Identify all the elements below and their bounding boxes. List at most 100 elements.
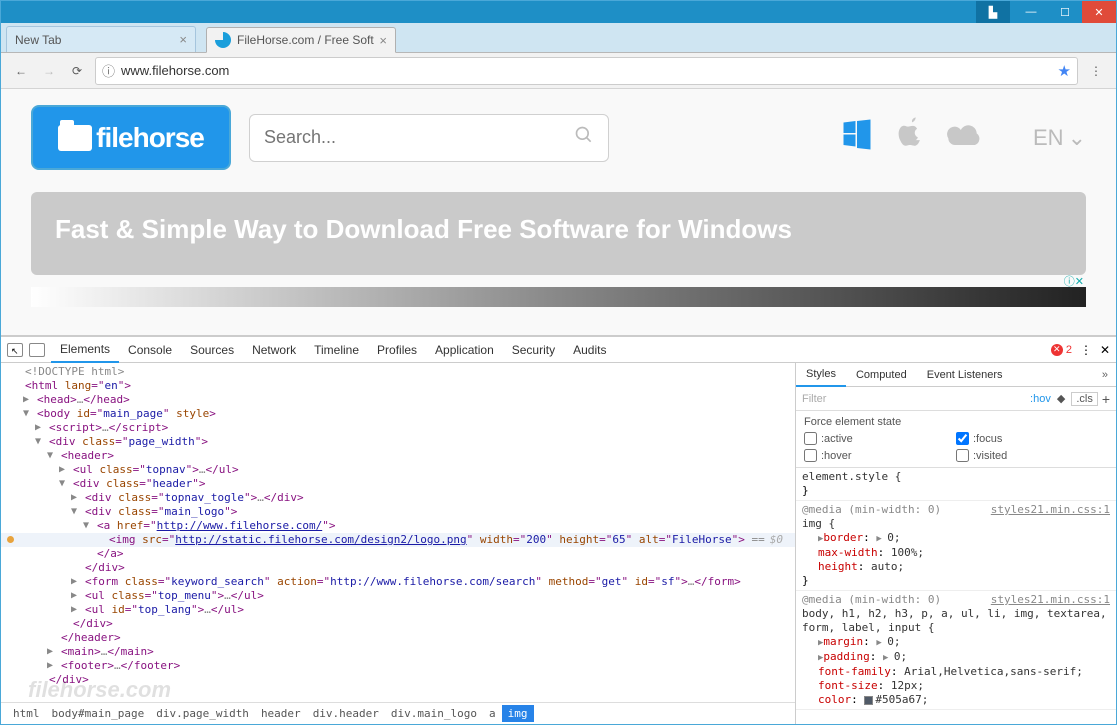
force-state-focus[interactable]: :focus xyxy=(956,432,1108,445)
devtools-tab-sources[interactable]: Sources xyxy=(181,337,243,363)
elements-panel: <!DOCTYPE html><html lang="en">▶<head>…<… xyxy=(1,363,796,724)
cls-toggle[interactable]: .cls xyxy=(1071,392,1098,406)
windows-icon[interactable] xyxy=(839,115,875,160)
dom-line[interactable]: <html lang="en"> xyxy=(1,379,795,393)
cloud-icon[interactable] xyxy=(945,117,985,159)
apple-icon[interactable] xyxy=(893,116,927,159)
close-button[interactable]: ✕ xyxy=(1082,1,1116,23)
force-state-active[interactable]: :active xyxy=(804,432,956,445)
dom-line[interactable]: ▶<form class="keyword_search" action="ht… xyxy=(1,575,795,589)
css-rule[interactable]: element.style {} xyxy=(796,468,1116,501)
hero-banner: Fast & Simple Way to Download Free Softw… xyxy=(31,192,1086,275)
breadcrumb-item[interactable]: div.main_logo xyxy=(385,705,483,722)
css-rules[interactable]: element.style {}styles21.min.css:1@media… xyxy=(796,468,1116,724)
breadcrumb-item[interactable]: header xyxy=(255,705,307,722)
breadcrumb-item[interactable]: html xyxy=(7,705,46,722)
reload-button[interactable]: ⟳ xyxy=(63,57,91,85)
hov-toggle[interactable]: :hov xyxy=(1030,393,1051,405)
search-icon[interactable] xyxy=(574,125,594,151)
banner-heading: Fast & Simple Way to Download Free Softw… xyxy=(55,214,1062,245)
devtools-tab-console[interactable]: Console xyxy=(119,337,181,363)
user-button[interactable]: ▙ xyxy=(976,1,1010,23)
devtools-tab-security[interactable]: Security xyxy=(503,337,564,363)
dom-line[interactable]: <img src="http://static.filehorse.com/de… xyxy=(1,533,795,547)
styles-overflow-icon[interactable]: » xyxy=(1094,369,1116,381)
checkbox[interactable] xyxy=(956,432,969,445)
styles-tab-styles[interactable]: Styles xyxy=(796,363,846,387)
breadcrumb-item[interactable]: div.page_width xyxy=(150,705,255,722)
devtools-tab-elements[interactable]: Elements xyxy=(51,337,119,363)
dom-breadcrumbs[interactable]: htmlbody#main_pagediv.page_widthheaderdi… xyxy=(1,702,795,724)
search-box[interactable] xyxy=(249,114,609,162)
new-rule-icon[interactable]: + xyxy=(1102,391,1110,407)
filter-input[interactable]: Filter xyxy=(802,393,1030,405)
tab-close-icon[interactable]: × xyxy=(379,33,387,48)
dom-line[interactable]: ▼<div class="main_logo"> xyxy=(1,505,795,519)
tab-new[interactable]: New Tab × xyxy=(6,26,196,52)
dom-line[interactable]: ▶<div class="topnav_togle">…</div> xyxy=(1,491,795,505)
dom-line[interactable]: ▼<div class="header"> xyxy=(1,477,795,491)
force-state-visited[interactable]: :visited xyxy=(956,449,1108,462)
bookmark-star-icon[interactable]: ★ xyxy=(1058,62,1071,80)
dom-line[interactable]: ▶<ul class="topnav">…</ul> xyxy=(1,463,795,477)
dom-line[interactable]: ▶<ul id="top_lang">…</ul> xyxy=(1,603,795,617)
maximize-button[interactable]: ☐ xyxy=(1048,1,1082,23)
dom-tree[interactable]: <!DOCTYPE html><html lang="en">▶<head>…<… xyxy=(1,363,795,702)
dom-line[interactable]: ▼<a href="http://www.filehorse.com/"> xyxy=(1,519,795,533)
address-bar[interactable]: ⓘ www.filehorse.com ★ xyxy=(95,57,1078,85)
devtools-tabbar: ↖ ElementsConsoleSourcesNetworkTimelineP… xyxy=(1,337,1116,363)
tab-close-icon[interactable]: × xyxy=(179,32,187,47)
device-toggle-icon[interactable] xyxy=(29,343,45,357)
dom-line[interactable]: ▶<ul class="top_menu">…</ul> xyxy=(1,589,795,603)
dom-line[interactable]: </header> xyxy=(1,631,795,645)
dom-line[interactable]: </div> xyxy=(1,673,795,687)
devtools-menu-icon[interactable]: ⋮ xyxy=(1080,343,1092,357)
devtools-tab-timeline[interactable]: Timeline xyxy=(305,337,368,363)
dom-line[interactable]: ▶<script>…</script> xyxy=(1,421,795,435)
devtools-close-icon[interactable]: ✕ xyxy=(1100,343,1110,357)
dom-line[interactable]: </div> xyxy=(1,561,795,575)
logo-text: filehorse xyxy=(96,122,204,154)
dom-line[interactable]: ▶<head>…</head> xyxy=(1,393,795,407)
dom-line[interactable]: ▶<main>…</main> xyxy=(1,645,795,659)
adchoices-icon[interactable]: ⓘ✕ xyxy=(1064,273,1084,289)
checkbox[interactable] xyxy=(956,449,969,462)
browser-toolbar: ← → ⟳ ⓘ www.filehorse.com ★ ⋮ xyxy=(1,53,1116,89)
back-button[interactable]: ← xyxy=(7,57,35,85)
forward-button[interactable]: → xyxy=(35,57,63,85)
css-rule[interactable]: styles21.min.css:1@media (min-width: 0)b… xyxy=(796,591,1116,710)
styles-tab-event-listeners[interactable]: Event Listeners xyxy=(917,363,1013,387)
devtools-tab-profiles[interactable]: Profiles xyxy=(368,337,426,363)
breadcrumb-item[interactable]: div.header xyxy=(307,705,385,722)
search-input[interactable] xyxy=(264,127,574,148)
filehorse-logo[interactable]: filehorse xyxy=(31,105,231,170)
devtools-tab-application[interactable]: Application xyxy=(426,337,503,363)
dom-line[interactable]: ▼<div class="page_width"> xyxy=(1,435,795,449)
dom-line[interactable]: ▼<header> xyxy=(1,449,795,463)
dom-line[interactable]: ▶<footer>…</footer> xyxy=(1,659,795,673)
dom-line[interactable]: <!DOCTYPE html> xyxy=(1,365,795,379)
language-selector[interactable]: EN ⌄ xyxy=(1033,125,1086,151)
tab-filehorse[interactable]: FileHorse.com / Free Soft × xyxy=(206,27,396,53)
styles-panel: StylesComputedEvent Listeners » Filter :h… xyxy=(796,363,1116,724)
dom-line[interactable]: </a> xyxy=(1,547,795,561)
devtools-tab-audits[interactable]: Audits xyxy=(564,337,615,363)
chrome-menu-button[interactable]: ⋮ xyxy=(1082,57,1110,85)
minimize-button[interactable]: — xyxy=(1014,1,1048,23)
dom-line[interactable]: </div> xyxy=(1,617,795,631)
dom-line[interactable]: ▼<body id="main_page" style> xyxy=(1,407,795,421)
checkbox[interactable] xyxy=(804,432,817,445)
pin-icon[interactable]: ◆ xyxy=(1057,392,1065,405)
error-count-badge[interactable]: ✕ 2 xyxy=(1051,344,1072,356)
force-state-hover[interactable]: :hover xyxy=(804,449,956,462)
breadcrumb-item[interactable]: img xyxy=(502,705,534,722)
site-info-icon[interactable]: ⓘ xyxy=(102,61,115,80)
breadcrumb-item[interactable]: a xyxy=(483,705,502,722)
checkbox[interactable] xyxy=(804,449,817,462)
inspect-element-icon[interactable]: ↖ xyxy=(7,343,23,357)
styles-tab-computed[interactable]: Computed xyxy=(846,363,917,387)
error-icon: ✕ xyxy=(1051,344,1063,356)
devtools-tab-network[interactable]: Network xyxy=(243,337,305,363)
css-rule[interactable]: styles21.min.css:1@media (min-width: 0)i… xyxy=(796,501,1116,591)
breadcrumb-item[interactable]: body#main_page xyxy=(46,705,151,722)
